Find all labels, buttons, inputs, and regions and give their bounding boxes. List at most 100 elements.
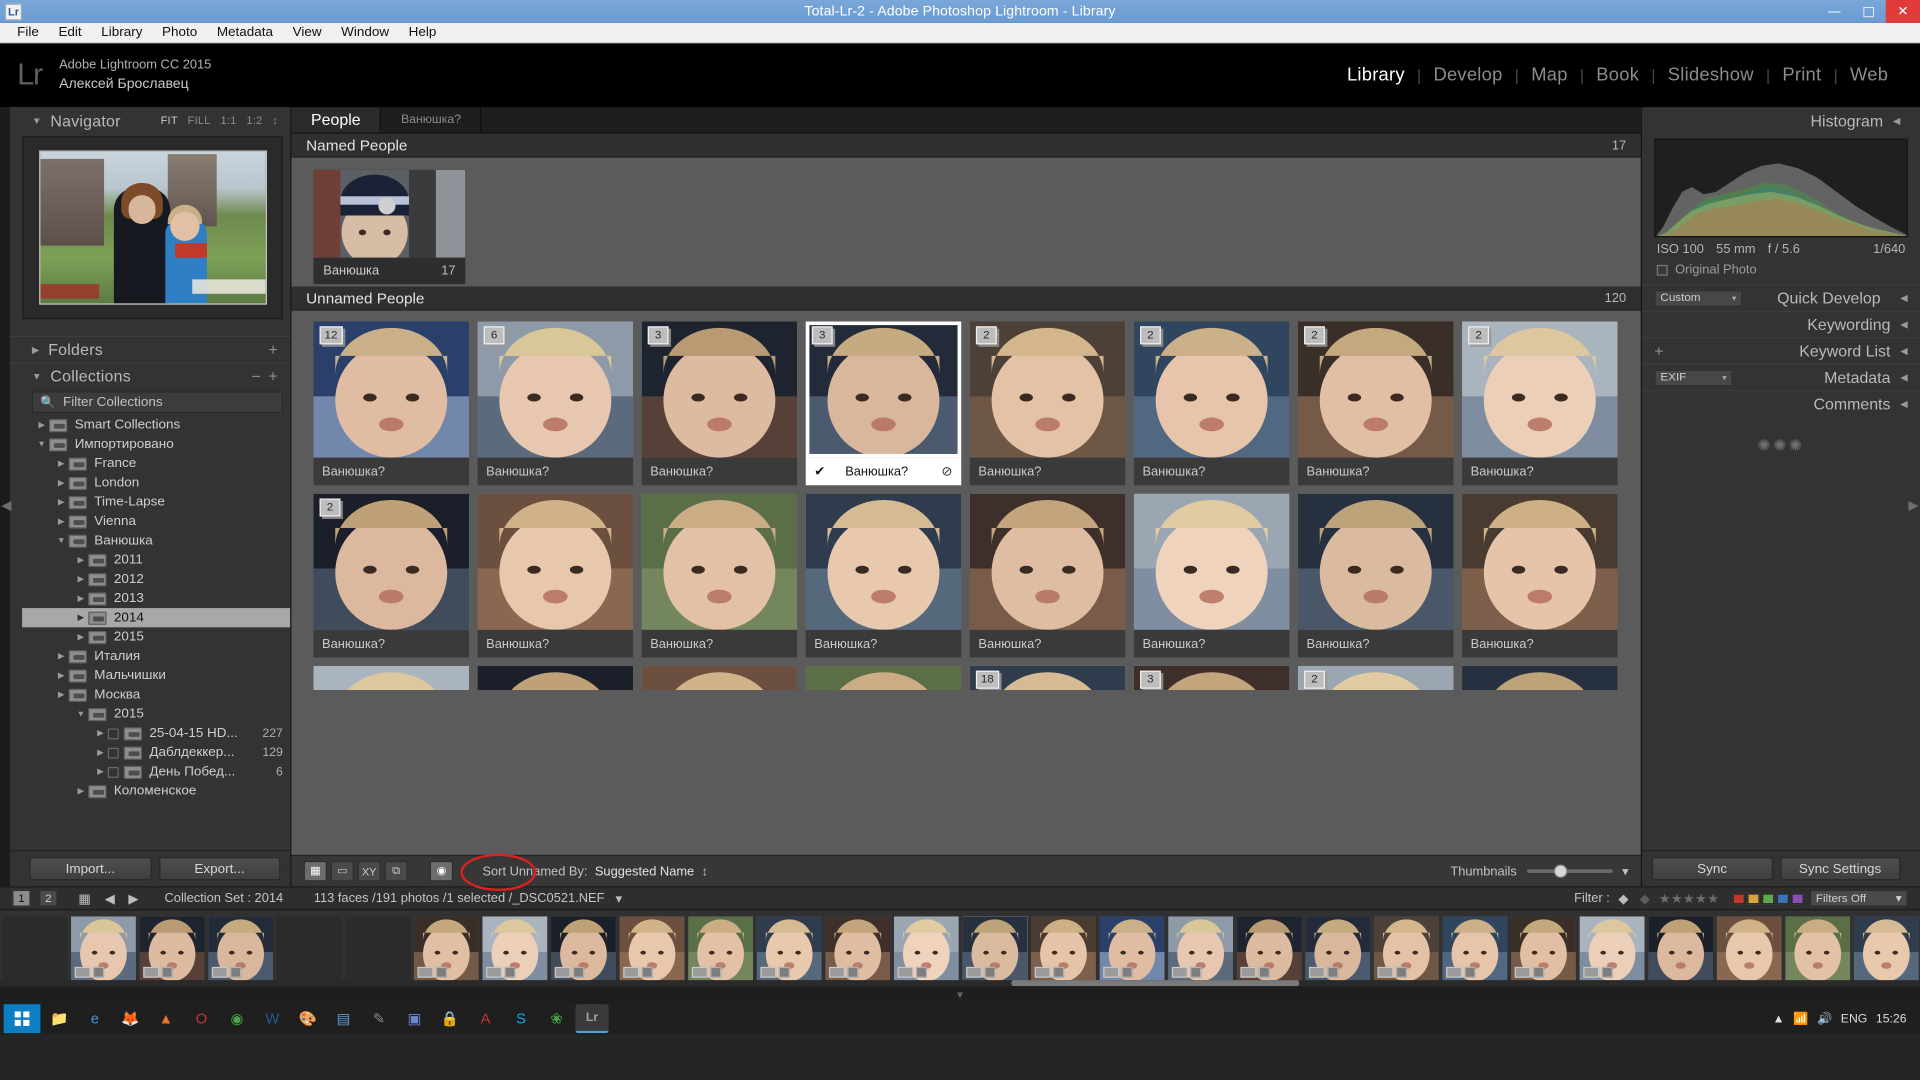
clock[interactable]: 15:26	[1876, 1012, 1907, 1025]
unnamed-person-thumbnail[interactable]	[313, 665, 469, 690]
unnamed-person-thumbnail[interactable]: 3	[1133, 665, 1290, 690]
unnamed-person-label-row[interactable]: ✔ Ванюшка? ⊘	[805, 457, 962, 486]
named-person-cell[interactable]: Ванюшка 17	[313, 169, 466, 285]
taskbar-editor-icon[interactable]: ✎	[362, 1004, 395, 1033]
unnamed-person-thumbnail[interactable]: 2	[313, 493, 469, 630]
collection-twisty-icon[interactable]: ▶	[54, 690, 69, 699]
forward-arrow-icon[interactable]: ▶	[126, 890, 141, 906]
collection-item[interactable]: ▶ Time-Lapse	[22, 492, 290, 511]
sort-stepper-icon[interactable]: ↕	[702, 864, 708, 878]
unnamed-person-name-field[interactable]: Ванюшка?	[1471, 464, 1534, 478]
unnamed-person-label-row[interactable]: Ванюшка?	[477, 629, 634, 658]
color-label-swatch[interactable]	[1791, 892, 1804, 904]
collections-minus-icon[interactable]: −	[252, 367, 262, 385]
module-develop[interactable]: Develop	[1421, 65, 1515, 85]
histogram-header[interactable]: Histogram ◀	[1642, 107, 1920, 133]
filmstrip-thumbnail[interactable]	[1511, 915, 1576, 981]
module-print[interactable]: Print	[1770, 65, 1833, 85]
comments-header[interactable]: Comments ◀	[1642, 390, 1920, 416]
nav-fit[interactable]: FIT	[161, 114, 178, 126]
unnamed-person-name-field[interactable]: Ванюшка?	[1142, 636, 1205, 650]
unnamed-person-thumbnail[interactable]	[641, 493, 798, 630]
unnamed-person-name-field[interactable]: Ванюшка?	[978, 636, 1041, 650]
filmstrip-thumbnail[interactable]	[413, 915, 479, 981]
collection-item[interactable]: ▼ 2015	[22, 704, 290, 723]
unnamed-person-label-row[interactable]: Ванюшка?	[641, 457, 798, 486]
unnamed-person-thumbnail[interactable]	[641, 665, 798, 690]
collection-twisty-icon[interactable]: ▶	[54, 497, 69, 506]
collection-item[interactable]: ▶ Даблдеккер... 129	[22, 743, 290, 762]
keywording-header[interactable]: Keywording ◀	[1642, 310, 1920, 337]
star-icon[interactable]: ★	[1707, 892, 1719, 906]
unnamed-person-label-row[interactable]: Ванюшка?	[1297, 629, 1454, 658]
filmstrip-thumbnail[interactable]	[482, 915, 548, 981]
filmstrip-scrollbar-track[interactable]	[0, 980, 1920, 987]
taskbar-photo-icon[interactable]: ▣	[398, 1004, 431, 1033]
taskbar-word-icon[interactable]: W	[256, 1004, 289, 1033]
grid-icon[interactable]: ▦	[76, 890, 94, 906]
right-panel-collapse-arrow[interactable]: ▶	[1908, 497, 1918, 512]
keyword-list-header[interactable]: + Keyword List ◀	[1642, 337, 1920, 363]
unnamed-person-thumbnail[interactable]	[1462, 493, 1618, 630]
unnamed-person-label-row[interactable]: Ванюшка?	[313, 457, 469, 486]
loupe-view-icon[interactable]: ▭	[330, 860, 354, 882]
unnamed-person-label-row[interactable]: Ванюшка?	[1462, 629, 1618, 658]
unnamed-person-cell[interactable]	[477, 665, 634, 690]
collections-header[interactable]: ▼ Collections − +	[0, 362, 291, 389]
unnamed-person-name-field[interactable]: Ванюшка?	[978, 464, 1041, 478]
unnamed-person-thumbnail[interactable]: 6	[477, 321, 634, 458]
unnamed-person-name-field[interactable]: Ванюшка?	[650, 464, 713, 478]
collection-twisty-icon[interactable]: ▼	[54, 536, 69, 544]
compare-view-icon[interactable]: XY	[357, 860, 381, 882]
taskbar-palette-icon[interactable]: 🎨	[291, 1004, 324, 1033]
unnamed-person-name-field[interactable]: Ванюшка?	[486, 636, 549, 650]
filmstrip-thumbnail[interactable]	[2, 915, 68, 981]
collection-twisty-icon[interactable]: ▶	[54, 459, 69, 468]
collection-item[interactable]: ▶ Коломенское	[22, 781, 290, 800]
filmstrip-thumbnail[interactable]	[1031, 915, 1096, 981]
menu-edit[interactable]: Edit	[49, 24, 92, 41]
tab-people[interactable]: People	[291, 107, 382, 133]
filmstrip-thumbnail[interactable]	[962, 915, 1028, 981]
unnamed-person-name-field[interactable]: Ванюшка?	[1471, 636, 1534, 650]
unnamed-person-thumbnail[interactable]: 2	[1297, 321, 1454, 458]
collection-twisty-icon[interactable]: ▶	[93, 748, 108, 757]
unnamed-person-name-field[interactable]: Ванюшка?	[650, 636, 713, 650]
nav-1-1[interactable]: 1:1	[220, 114, 236, 126]
sort-value[interactable]: Suggested Name	[595, 864, 694, 878]
unnamed-person-label-row[interactable]: Ванюшка?	[1133, 629, 1290, 658]
metadata-preset-select[interactable]: EXIF ▾	[1654, 369, 1733, 386]
taskbar-skype-icon[interactable]: S	[504, 1004, 537, 1033]
star-icon[interactable]: ★	[1671, 892, 1683, 906]
folders-plus-icon[interactable]: +	[268, 341, 278, 359]
menu-help[interactable]: Help	[399, 24, 446, 41]
unnamed-person-thumbnail[interactable]: 2	[1462, 321, 1618, 458]
collection-twisty-icon[interactable]: ▶	[93, 728, 108, 738]
collection-twisty-icon[interactable]: ▶	[93, 767, 108, 776]
original-photo-row[interactable]: Original Photo	[1642, 256, 1920, 277]
filmstrip-thumbnail[interactable]	[551, 915, 616, 981]
minimize-button[interactable]: —	[1817, 0, 1851, 23]
taskbar-calc-icon[interactable]: ▤	[327, 1004, 360, 1033]
collection-item[interactable]: ▶ День Побед... 6	[22, 762, 290, 781]
filmstrip-thumbnail[interactable]	[1648, 915, 1714, 981]
sync-settings-button[interactable]: Sync Settings	[1779, 857, 1901, 881]
named-person-thumbnail[interactable]	[313, 169, 466, 258]
unnamed-person-thumbnail[interactable]	[969, 493, 1126, 630]
module-web[interactable]: Web	[1838, 65, 1901, 85]
collection-item[interactable]: ▶ Италия	[22, 647, 290, 666]
start-button[interactable]	[3, 1004, 41, 1034]
collection-twisty-icon[interactable]: ▶	[73, 632, 88, 641]
slider-knob[interactable]	[1553, 864, 1568, 878]
page-indicator-2[interactable]: 2	[39, 889, 58, 907]
unnamed-person-thumbnail[interactable]: 2	[1133, 321, 1290, 458]
collection-twisty-icon[interactable]: ▶	[73, 613, 88, 622]
filmstrip-thumbnail[interactable]	[208, 915, 274, 981]
filmstrip-thumbnail[interactable]	[756, 915, 822, 981]
star-icon[interactable]: ★	[1683, 892, 1695, 906]
unnamed-person-cell[interactable]	[1462, 665, 1618, 690]
collection-item[interactable]: ▶ London	[22, 473, 290, 492]
collection-twisty-icon[interactable]: ▶	[54, 671, 69, 680]
collection-item[interactable]: ▶ 2015	[22, 627, 290, 646]
navigator-header[interactable]: ▼ Navigator FIT FILL 1:1 1:2 ↕	[0, 107, 291, 134]
